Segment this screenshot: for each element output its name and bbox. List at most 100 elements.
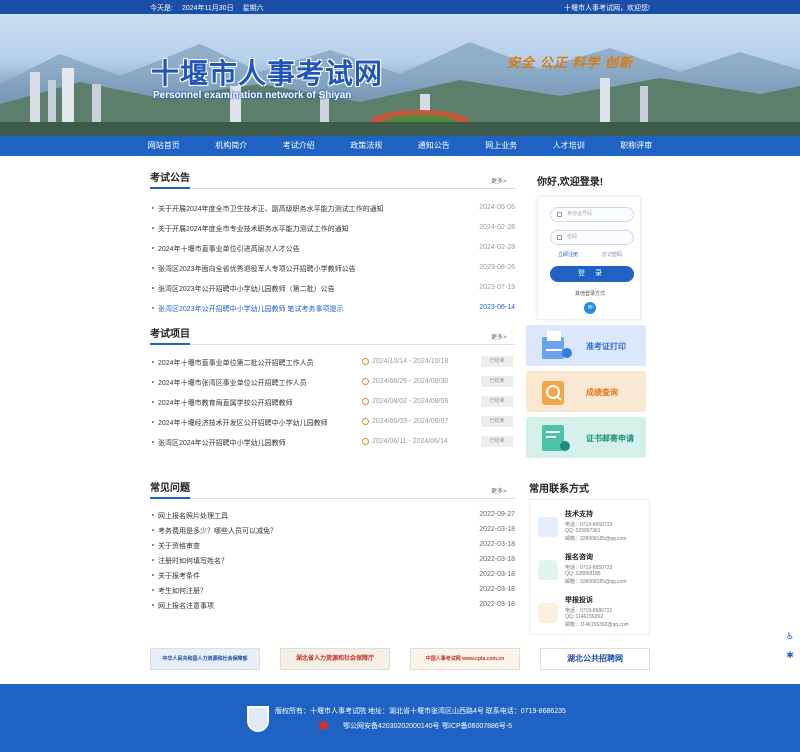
- notices-divider: [150, 187, 515, 189]
- accessibility-icon[interactable]: ♿: [783, 629, 797, 643]
- list-item[interactable]: 考生如何注册？ 2022-03-18: [150, 583, 515, 598]
- nav-policy[interactable]: 政策法规: [333, 136, 401, 156]
- id-number-input[interactable]: 身份证号码: [550, 207, 634, 222]
- projects-more-link[interactable]: 更多>: [491, 332, 507, 341]
- faq-question[interactable]: 考务费用是多少？哪些人员可以减免？: [158, 526, 277, 536]
- notice-title[interactable]: 2024年十堰市直事业单位引进高层次人才公告: [158, 244, 300, 254]
- status-badge: 已结束: [481, 436, 513, 447]
- nav-titles[interactable]: 职称评审: [603, 136, 671, 156]
- contact-qq: QQ: 328068185: [565, 571, 601, 577]
- table-row[interactable]: 张湾区2024年公开招聘中小学幼儿园教师 2024/06/11 - 2024/06…: [150, 434, 515, 454]
- list-item[interactable]: 考务费用是多少？哪些人员可以减免？ 2022-03-18: [150, 523, 515, 538]
- link-hubei-hrss[interactable]: 湖北省人力资源和社会保障厅: [280, 648, 390, 670]
- weekday: 星期六: [242, 5, 264, 12]
- card-label: 准考证打印: [586, 342, 626, 351]
- contact-phone: 电话：0719-8686721: [565, 608, 613, 614]
- notice-title[interactable]: 关于开展2024年度全市专业技术职务水平能力测试工作的通知: [158, 224, 349, 234]
- card-label: 成绩查询: [586, 388, 618, 397]
- list-item[interactable]: 网上报名照片处理工具 2022-09-27: [150, 508, 515, 523]
- notice-date: 2023-08-26: [479, 264, 515, 271]
- police-emblem-icon: [319, 721, 328, 730]
- project-title[interactable]: 2024年十堰市直事业单位第二批公开招聘工作人员: [158, 358, 314, 368]
- footer-copyright: 版权所有：十堰市人事考试院 地址：湖北省十堰市张湾区山西路4号 联系电话：071…: [275, 708, 566, 715]
- nav-training[interactable]: 人才培训: [535, 136, 603, 156]
- projects-list: 2024年十堰市直事业单位第二批公开招聘工作人员 2024/10/14 - 202…: [150, 354, 515, 454]
- list-item[interactable]: 关于开展2024年度全市专业技术职务水平能力测试工作的通知 2024-02-28: [150, 220, 515, 240]
- login-button[interactable]: 登 录: [550, 266, 634, 282]
- notice-title[interactable]: 张湾区2023年面向全省优秀退役军人专项公开招聘小学教师公告: [158, 264, 356, 274]
- faq-question[interactable]: 考生如何注册？: [158, 586, 207, 596]
- list-item[interactable]: 张湾区2023年公开招聘中小学幼儿园教师 笔试考务事项提示 2023-06-14: [150, 300, 515, 320]
- table-row[interactable]: 2024年十堰市张湾区事业单位公开招聘工作人员 2024/08/26 - 2024…: [150, 374, 515, 394]
- list-item[interactable]: 网上报名注意事项 2022-03-18: [150, 598, 515, 613]
- faq-question[interactable]: 网上报名注意事项: [158, 601, 214, 611]
- government-badge-icon[interactable]: [247, 706, 269, 732]
- score-query-card[interactable]: 成绩查询: [526, 371, 646, 412]
- footer-icp[interactable]: 鄂ICP备06007886号-5: [442, 721, 512, 731]
- current-date: 2024年11月30日: [181, 5, 234, 12]
- faq-question[interactable]: 注册时如何填写姓名？: [158, 556, 228, 566]
- faq-divider: [150, 497, 515, 499]
- nav-online[interactable]: 网上业务: [468, 136, 536, 156]
- notice-title[interactable]: 关于开展2024年度全市卫生技术正、副高级职务水平能力测试工作的通知: [158, 204, 384, 214]
- notice-title[interactable]: 张湾区2023年公开招聘中小学幼儿园教师 笔试考务事项提示: [158, 304, 344, 314]
- contact-email: 邮箱：1146156392@qq.com: [565, 622, 629, 628]
- link-cpta[interactable]: 中国人事考试网 www.cpta.com.cn: [410, 648, 520, 670]
- register-link[interactable]: 立即注册: [558, 251, 578, 258]
- list-item[interactable]: 关于开展2024年度全市卫生技术正、副高级职务水平能力测试工作的通知 2024-0…: [150, 200, 515, 220]
- faq-date: 2022-09-27: [479, 511, 515, 518]
- certificate-mail-card[interactable]: 证书邮寄申请: [526, 417, 646, 458]
- nav-home[interactable]: 网站首页: [130, 136, 198, 156]
- ticket-printer-icon: [542, 331, 572, 359]
- list-item[interactable]: 注册时如何填写姓名？ 2022-03-18: [150, 553, 515, 568]
- contact-title: 常用联系方式: [529, 484, 589, 495]
- notice-title[interactable]: 张湾区2023年公开招聘中小学幼儿园教师（第二批）公告: [158, 284, 335, 294]
- notices-more-link[interactable]: 更多>: [491, 176, 507, 185]
- nav-exams[interactable]: 考试介绍: [265, 136, 333, 156]
- nav-about[interactable]: 机构简介: [198, 136, 266, 156]
- list-item[interactable]: 张湾区2023年公开招聘中小学幼儿园教师（第二批）公告 2023-07-19: [150, 280, 515, 300]
- footer: 版权所有：十堰市人事考试院 地址：湖北省十堰市张湾区山西路4号 联系电话：071…: [0, 684, 800, 752]
- contact-phone: 电话：0719-8650723: [565, 565, 613, 571]
- list-item[interactable]: 2024年十堰市直事业单位引进高层次人才公告 2024-02-28: [150, 240, 515, 260]
- contact-email: 邮箱：328068185@qq.com: [565, 536, 627, 542]
- share-icon[interactable]: ✱: [783, 648, 797, 662]
- status-badge: 已结束: [481, 396, 513, 407]
- contact-qq: QQ: 329997361: [565, 528, 601, 534]
- project-title[interactable]: 2024年十堰经济技术开发区公开招聘中小学幼儿园教师: [158, 418, 328, 428]
- table-row[interactable]: 2024年十堰经济技术开发区公开招聘中小学幼儿园教师 2024/06/03 - 2…: [150, 414, 515, 434]
- footer-police-record[interactable]: 鄂公网安备42030202000140号: [343, 721, 440, 731]
- project-title[interactable]: 张湾区2024年公开招聘中小学幼儿园教师: [158, 438, 286, 448]
- link-mohrss[interactable]: 中华人民共和国人力资源和社会保障部: [150, 648, 260, 670]
- headset-icon: [538, 517, 558, 537]
- clock-icon: [362, 438, 369, 445]
- report-icon: [538, 603, 558, 623]
- notice-date: 2023-06-14: [479, 304, 515, 311]
- project-title[interactable]: 2024年十堰市张湾区事业单位公开招聘工作人员: [158, 378, 307, 388]
- link-hubei-jobs[interactable]: 湖北公共招聘网: [540, 648, 650, 670]
- qq-icon[interactable]: ✉: [584, 302, 596, 314]
- project-period: 2024/08/26 - 2024/08/30: [372, 378, 449, 385]
- nav-notices[interactable]: 通知公告: [400, 136, 468, 156]
- contact-qq: QQ: 1146156392: [565, 614, 603, 620]
- welcome-text: 十堰市人事考试网，欢迎您!: [564, 5, 650, 12]
- admission-ticket-card[interactable]: 准考证打印: [526, 325, 646, 366]
- faq-question[interactable]: 关于资格审查: [158, 541, 200, 551]
- faq-more-link[interactable]: 更多>: [491, 486, 507, 495]
- other-login-label: 其他登录方式: [574, 291, 605, 297]
- contact-phone: 电话：0719-8650723: [565, 522, 613, 528]
- project-title[interactable]: 2024年十堰市教育局直属学校公开招聘教师: [158, 398, 293, 408]
- notices-list: 关于开展2024年度全市卫生技术正、副高级职务水平能力测试工作的通知 2024-0…: [150, 200, 515, 320]
- clock-icon: [362, 398, 369, 405]
- table-row[interactable]: 2024年十堰市教育局直属学校公开招聘教师 2024/08/02 - 2024/0…: [150, 394, 515, 414]
- list-item[interactable]: 关于资格审查 2022-03-18: [150, 538, 515, 553]
- list-item[interactable]: 关于报考条件 2022-03-18: [150, 568, 515, 583]
- table-row[interactable]: 2024年十堰市直事业单位第二批公开招聘工作人员 2024/10/14 - 202…: [150, 354, 515, 374]
- faq-question[interactable]: 关于报考条件: [158, 571, 200, 581]
- faq-question[interactable]: 网上报名照片处理工具: [158, 511, 228, 521]
- password-input[interactable]: 密码: [550, 230, 634, 245]
- forgot-password-link[interactable]: 忘记密码: [602, 251, 622, 258]
- list-item[interactable]: 张湾区2023年面向全省优秀退役军人专项公开招聘小学教师公告 2023-08-26: [150, 260, 515, 280]
- id-placeholder: 身份证号码: [567, 211, 593, 217]
- notice-date: 2024-02-28: [479, 224, 515, 231]
